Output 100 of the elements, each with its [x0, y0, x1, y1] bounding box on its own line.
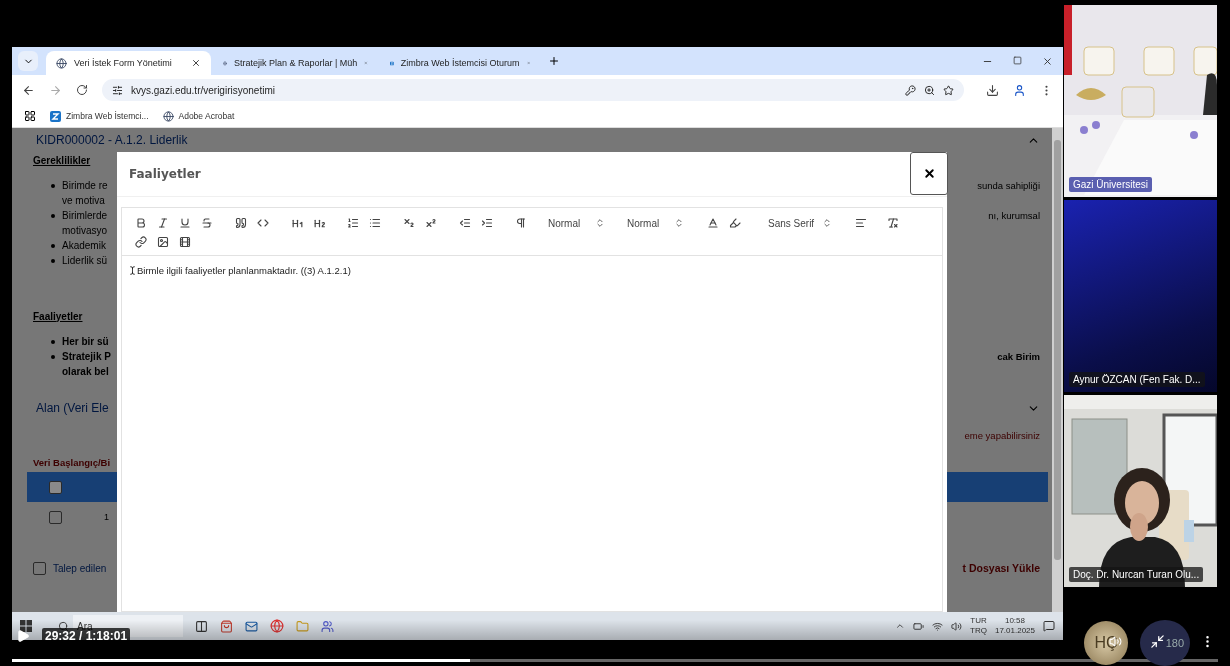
close-button[interactable]: [910, 152, 948, 195]
text-direction-icon: [515, 217, 527, 229]
checkbox[interactable]: [33, 561, 46, 575]
apps-icon[interactable]: [24, 110, 36, 122]
highlight-icon: [729, 217, 741, 229]
app-icon: [50, 110, 61, 122]
participant-name: Aynur ÖZCAN (Fen Fak. D...: [1069, 372, 1205, 387]
section-title: Gereklilikler: [33, 154, 91, 166]
teams-icon[interactable]: [321, 619, 334, 633]
mail-icon[interactable]: [245, 619, 258, 633]
page-text: sunda sahipliği: [977, 180, 1040, 191]
italic-icon: [157, 217, 169, 229]
key-icon[interactable]: [905, 84, 916, 96]
bookmark[interactable]: Zimbra Web İstemci...: [50, 110, 149, 122]
site-settings-icon[interactable]: [112, 84, 123, 96]
ordered-list-icon: [347, 217, 359, 229]
superscript-icon: [425, 217, 437, 229]
bullet-dot: [51, 243, 55, 248]
minimize-icon: [1150, 634, 1165, 649]
indent-icon: [481, 217, 493, 229]
bullet-dot: [51, 339, 55, 344]
play-button[interactable]: [16, 629, 30, 643]
clear-format-icon: [887, 217, 899, 229]
dropdown[interactable]: Normal: [544, 214, 609, 232]
text-cursor-icon: [128, 266, 137, 275]
browser-icon[interactable]: [270, 619, 284, 633]
checkbox[interactable]: [49, 510, 62, 524]
participant-name: Doç. Dr. Nurcan Turan Olu...: [1069, 567, 1204, 582]
checkbox[interactable]: [49, 480, 62, 494]
text-editor[interactable]: Birmle ilgili faaliyetler planlanmaktadır. ((3) A.1.2.1): [122, 256, 942, 285]
globe-icon: [162, 110, 174, 122]
address-bar[interactable]: kvys.gazi.edu.tr/verigirisyonetimi: [102, 79, 964, 101]
page-text: olarak bel: [62, 366, 109, 377]
bullet-list-icon: [369, 217, 381, 229]
bullet-dot: [51, 183, 55, 188]
page-text: Liderlik sü: [62, 255, 108, 266]
page-text: eme yapabilirsiniz: [964, 430, 1040, 441]
page-text: Birimlerde: [62, 210, 107, 221]
text-color-icon: [707, 217, 719, 229]
bookmark[interactable]: Adobe Acrobat: [162, 110, 235, 122]
link-icon: [135, 236, 147, 248]
participant-count: 180: [1140, 620, 1190, 666]
page-text: motivasyo: [62, 225, 107, 236]
scroll-bar[interactable]: [1052, 128, 1063, 612]
clock-time[interactable]: 10:58: [1004, 616, 1025, 626]
bold-icon: [135, 217, 147, 229]
page-text: Birimde re: [62, 180, 108, 191]
star-icon[interactable]: [943, 84, 954, 96]
zoom-icon[interactable]: [924, 84, 935, 96]
keyboard-layout[interactable]: TRQ: [970, 626, 987, 636]
notification-icon[interactable]: [1043, 620, 1055, 632]
reload-icon[interactable]: [76, 84, 88, 96]
chevrons-icon: [595, 218, 605, 228]
bullet-dot: [51, 258, 55, 263]
task-view-icon[interactable]: [195, 619, 208, 633]
browser-tab[interactable]: Zimbra Web İstemcisi Oturum: [380, 51, 540, 75]
restore-icon[interactable]: [1013, 55, 1022, 65]
browser-tab[interactable]: Veri İstek Form Yönetimi: [46, 51, 211, 75]
subscript-icon: [403, 217, 415, 229]
page-text: Stratejik P: [62, 351, 111, 362]
store-icon[interactable]: [220, 619, 233, 633]
progress-track[interactable]: [12, 659, 1218, 662]
strikethrough-icon: [201, 217, 213, 229]
windows-icon[interactable]: [20, 620, 32, 632]
outdent-icon: [459, 217, 471, 229]
code-icon: [257, 217, 269, 229]
exit-fullscreen-button[interactable]: [1150, 634, 1165, 649]
browser-tab[interactable]: Stratejik Plan & Raporlar | Müh: [213, 51, 378, 75]
accordion-title[interactable]: Alan (Veri Ele: [36, 401, 109, 415]
profile-icon[interactable]: [1013, 83, 1026, 97]
page-text: t Dosyası Yükle: [962, 562, 1040, 574]
volume-icon[interactable]: [951, 620, 963, 632]
page-text: Akademik: [62, 240, 106, 251]
clock-date[interactable]: 17.01.2025: [994, 626, 1035, 636]
page-text: ve motiva: [62, 195, 105, 206]
globe-icon: [56, 57, 67, 69]
bullet-dot: [51, 354, 55, 359]
video-icon: [179, 236, 191, 248]
section-title: Faaliyetler: [33, 310, 83, 322]
checkbox-label: Talep edilen: [53, 562, 107, 574]
image-icon: [157, 236, 169, 248]
page-text: cak Birim: [997, 351, 1040, 362]
quote-icon: [235, 217, 247, 229]
chevrons-icon: [822, 218, 832, 228]
download-icon[interactable]: [986, 83, 999, 97]
underline-icon: [179, 217, 191, 229]
field-label: Veri Başlangıç/Bi: [33, 457, 111, 468]
close-icon[interactable]: [1042, 55, 1053, 67]
align-icon: [855, 217, 867, 229]
chevron-icon[interactable]: [895, 621, 906, 631]
bullet-dot: [51, 213, 55, 218]
close-icon[interactable]: [191, 58, 201, 68]
accordion-title[interactable]: KIDR000002 - A.1.2. Liderlik: [36, 133, 188, 147]
back-icon[interactable]: [22, 83, 35, 97]
participant-name: Gazi Üniversitesi: [1069, 177, 1153, 192]
language-indicator[interactable]: TUR: [970, 616, 987, 626]
network-icon[interactable]: [932, 620, 944, 632]
new-tab-icon[interactable]: [548, 55, 560, 67]
dropdown[interactable]: Normal: [623, 214, 688, 232]
dropdown[interactable]: Sans Serif: [764, 214, 836, 232]
